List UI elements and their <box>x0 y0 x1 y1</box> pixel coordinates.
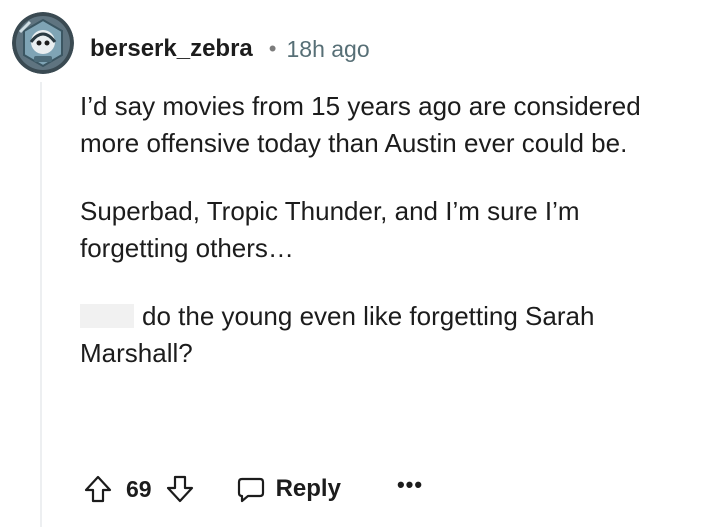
author-username[interactable]: berserk_zebra <box>90 35 253 63</box>
comment-paragraph: I’d say movies from 15 years ago are con… <box>80 91 641 158</box>
thread-line[interactable] <box>40 82 42 527</box>
downvote-arrow-icon <box>166 475 193 503</box>
comment-actions: 69 Reply ••• <box>80 466 423 512</box>
redaction-box <box>80 304 134 328</box>
comment-paragraph-with-redaction: do the young even like forgetting Sarah … <box>80 298 695 372</box>
meta-separator: • <box>268 36 277 61</box>
upvote-button[interactable] <box>80 471 116 507</box>
comment-timestamp[interactable]: 18h ago <box>286 36 369 63</box>
avatar[interactable] <box>12 12 74 74</box>
vote-score: 69 <box>126 475 152 502</box>
speech-bubble-icon <box>237 477 264 503</box>
upvote-arrow-icon <box>84 475 112 503</box>
more-options-button[interactable]: ••• <box>397 474 423 503</box>
comment-body: I’d say movies from 15 years ago are con… <box>80 88 695 372</box>
comment: berserk_zebra • 18h ago I’d say movies f… <box>0 0 708 527</box>
reply-button[interactable]: Reply <box>236 474 341 504</box>
comment-paragraph-text: do the young even like forgetting Sarah … <box>80 301 595 368</box>
comment-paragraph: Superbad, Tropic Thunder, and I’m sure I… <box>80 196 580 263</box>
downvote-button[interactable] <box>162 471 198 507</box>
avatar-image <box>12 12 74 74</box>
reply-label: Reply <box>275 475 341 502</box>
comment-header: berserk_zebra • 18h ago <box>90 34 370 64</box>
